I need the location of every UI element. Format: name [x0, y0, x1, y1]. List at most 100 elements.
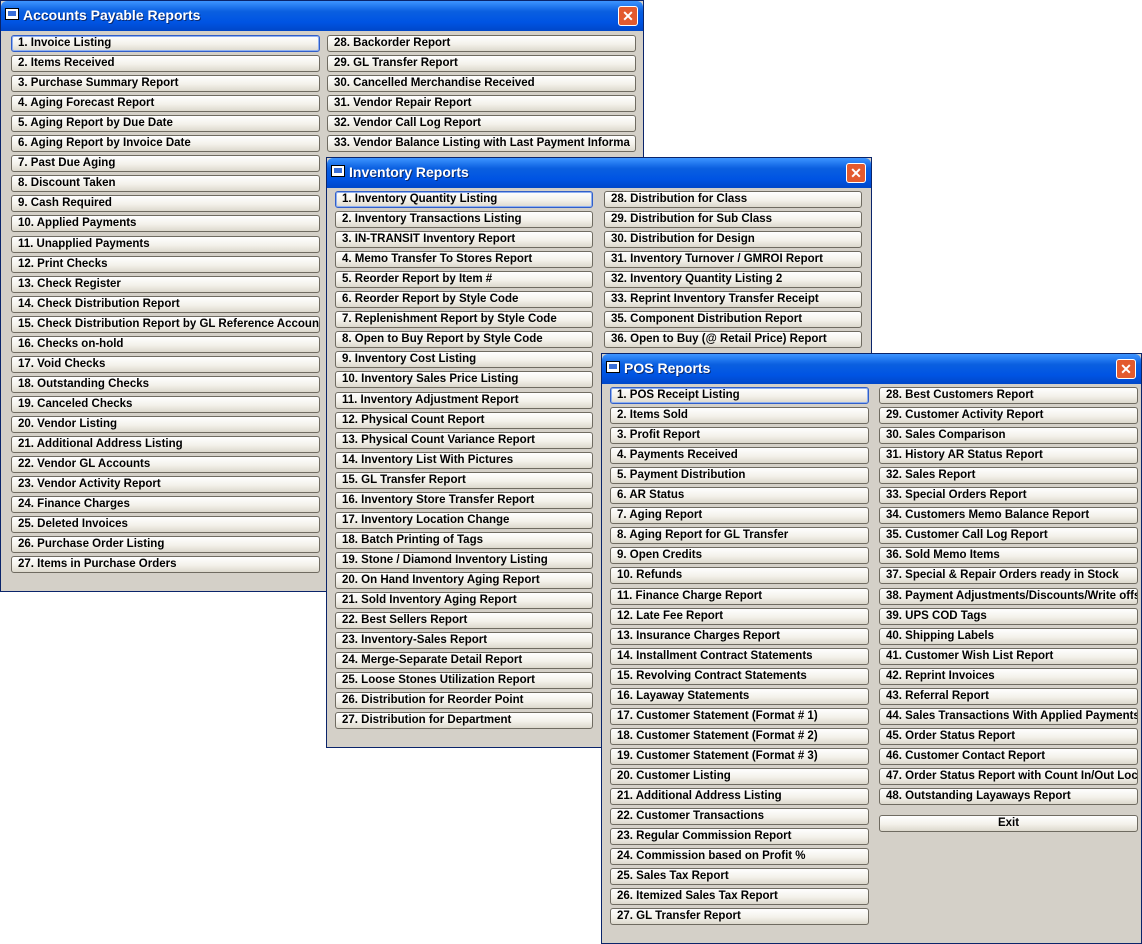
report-button-28-distribution-for-class[interactable]: 28. Distribution for Class: [604, 191, 862, 208]
report-button-21-sold-inventory-aging-report[interactable]: 21. Sold Inventory Aging Report: [335, 592, 593, 609]
report-button-2-inventory-transactions-listing[interactable]: 2. Inventory Transactions Listing: [335, 211, 593, 228]
report-button-25-sales-tax-report[interactable]: 25. Sales Tax Report: [610, 868, 869, 885]
close-icon[interactable]: ✕: [1116, 359, 1136, 379]
report-button-37-special-repair-orders-ready-in-stock[interactable]: 37. Special & Repair Orders ready in Sto…: [879, 567, 1138, 584]
report-button-20-customer-listing[interactable]: 20. Customer Listing: [610, 768, 869, 785]
report-button-46-customer-contact-report[interactable]: 46. Customer Contact Report: [879, 748, 1138, 765]
report-button-16-checks-on-hold[interactable]: 16. Checks on-hold: [11, 336, 320, 353]
report-button-5-aging-report-by-due-date[interactable]: 5. Aging Report by Due Date: [11, 115, 320, 132]
report-button-10-inventory-sales-price-listing[interactable]: 10. Inventory Sales Price Listing: [335, 371, 593, 388]
report-button-22-customer-transactions[interactable]: 22. Customer Transactions: [610, 808, 869, 825]
exit-button[interactable]: Exit: [879, 815, 1138, 832]
report-button-22-vendor-gl-accounts[interactable]: 22. Vendor GL Accounts: [11, 456, 320, 473]
report-button-19-canceled-checks[interactable]: 19. Canceled Checks: [11, 396, 320, 413]
report-button-21-additional-address-listing[interactable]: 21. Additional Address Listing: [610, 788, 869, 805]
report-button-47-order-status-report-with-count-in-out-loca[interactable]: 47. Order Status Report with Count In/Ou…: [879, 768, 1138, 785]
report-button-8-open-to-buy-report-by-style-code[interactable]: 8. Open to Buy Report by Style Code: [335, 331, 593, 348]
report-button-14-check-distribution-report[interactable]: 14. Check Distribution Report: [11, 296, 320, 313]
report-button-13-insurance-charges-report[interactable]: 13. Insurance Charges Report: [610, 628, 869, 645]
report-button-4-memo-transfer-to-stores-report[interactable]: 4. Memo Transfer To Stores Report: [335, 251, 593, 268]
report-button-30-sales-comparison[interactable]: 30. Sales Comparison: [879, 427, 1138, 444]
report-button-14-inventory-list-with-pictures[interactable]: 14. Inventory List With Pictures: [335, 452, 593, 469]
report-button-29-distribution-for-sub-class[interactable]: 29. Distribution for Sub Class: [604, 211, 862, 228]
report-button-33-reprint-inventory-transfer-receipt[interactable]: 33. Reprint Inventory Transfer Receipt: [604, 291, 862, 308]
report-button-36-sold-memo-items[interactable]: 36. Sold Memo Items: [879, 547, 1138, 564]
report-button-11-inventory-adjustment-report[interactable]: 11. Inventory Adjustment Report: [335, 392, 593, 409]
report-button-40-shipping-labels[interactable]: 40. Shipping Labels: [879, 628, 1138, 645]
report-button-26-distribution-for-reorder-point[interactable]: 26. Distribution for Reorder Point: [335, 692, 593, 709]
report-button-39-ups-cod-tags[interactable]: 39. UPS COD Tags: [879, 608, 1138, 625]
report-button-33-vendor-balance-listing-with-last-payment-informa[interactable]: 33. Vendor Balance Listing with Last Pay…: [327, 135, 636, 152]
report-button-9-cash-required[interactable]: 9. Cash Required: [11, 195, 320, 212]
accounts-payable-titlebar[interactable]: Accounts Payable Reports ✕: [1, 1, 643, 31]
report-button-23-vendor-activity-report[interactable]: 23. Vendor Activity Report: [11, 476, 320, 493]
report-button-11-unapplied-payments[interactable]: 11. Unapplied Payments: [11, 236, 320, 253]
report-button-38-payment-adjustments-discounts-write-offs[interactable]: 38. Payment Adjustments/Discounts/Write …: [879, 588, 1138, 605]
report-button-29-customer-activity-report[interactable]: 29. Customer Activity Report: [879, 407, 1138, 424]
report-button-27-gl-transfer-report[interactable]: 27. GL Transfer Report: [610, 908, 869, 925]
report-button-17-customer-statement-format-1[interactable]: 17. Customer Statement (Format # 1): [610, 708, 869, 725]
report-button-42-reprint-invoices[interactable]: 42. Reprint Invoices: [879, 668, 1138, 685]
report-button-33-special-orders-report[interactable]: 33. Special Orders Report: [879, 487, 1138, 504]
report-button-12-print-checks[interactable]: 12. Print Checks: [11, 256, 320, 273]
report-button-25-deleted-invoices[interactable]: 25. Deleted Invoices: [11, 516, 320, 533]
report-button-30-distribution-for-design[interactable]: 30. Distribution for Design: [604, 231, 862, 248]
report-button-1-pos-receipt-listing[interactable]: 1. POS Receipt Listing: [610, 387, 869, 404]
report-button-22-best-sellers-report[interactable]: 22. Best Sellers Report: [335, 612, 593, 629]
report-button-28-backorder-report[interactable]: 28. Backorder Report: [327, 35, 636, 52]
report-button-7-past-due-aging[interactable]: 7. Past Due Aging: [11, 155, 320, 172]
report-button-19-customer-statement-format-3[interactable]: 19. Customer Statement (Format # 3): [610, 748, 869, 765]
report-button-31-history-ar-status-report[interactable]: 31. History AR Status Report: [879, 447, 1138, 464]
report-button-5-payment-distribution[interactable]: 5. Payment Distribution: [610, 467, 869, 484]
report-button-10-applied-payments[interactable]: 10. Applied Payments: [11, 215, 320, 232]
report-button-7-replenishment-report-by-style-code[interactable]: 7. Replenishment Report by Style Code: [335, 311, 593, 328]
report-button-23-regular-commission-report[interactable]: 23. Regular Commission Report: [610, 828, 869, 845]
pos-reports-titlebar[interactable]: POS Reports ✕: [602, 354, 1141, 384]
report-button-11-finance-charge-report[interactable]: 11. Finance Charge Report: [610, 588, 869, 605]
report-button-3-in-transit-inventory-report[interactable]: 3. IN-TRANSIT Inventory Report: [335, 231, 593, 248]
report-button-31-vendor-repair-report[interactable]: 31. Vendor Repair Report: [327, 95, 636, 112]
report-button-4-payments-received[interactable]: 4. Payments Received: [610, 447, 869, 464]
report-button-9-inventory-cost-listing[interactable]: 9. Inventory Cost Listing: [335, 351, 593, 368]
report-button-18-customer-statement-format-2[interactable]: 18. Customer Statement (Format # 2): [610, 728, 869, 745]
report-button-21-additional-address-listing[interactable]: 21. Additional Address Listing: [11, 436, 320, 453]
report-button-34-customers-memo-balance-report[interactable]: 34. Customers Memo Balance Report: [879, 507, 1138, 524]
report-button-2-items-sold[interactable]: 2. Items Sold: [610, 407, 869, 424]
report-button-24-merge-separate-detail-report[interactable]: 24. Merge-Separate Detail Report: [335, 652, 593, 669]
report-button-5-reorder-report-by-item[interactable]: 5. Reorder Report by Item #: [335, 271, 593, 288]
report-button-1-inventory-quantity-listing[interactable]: 1. Inventory Quantity Listing: [335, 191, 593, 208]
report-button-24-commission-based-on-profit[interactable]: 24. Commission based on Profit %: [610, 848, 869, 865]
report-button-20-on-hand-inventory-aging-report[interactable]: 20. On Hand Inventory Aging Report: [335, 572, 593, 589]
report-button-2-items-received[interactable]: 2. Items Received: [11, 55, 320, 72]
report-button-8-discount-taken[interactable]: 8. Discount Taken: [11, 175, 320, 192]
report-button-25-loose-stones-utilization-report[interactable]: 25. Loose Stones Utilization Report: [335, 672, 593, 689]
report-button-13-physical-count-variance-report[interactable]: 13. Physical Count Variance Report: [335, 432, 593, 449]
report-button-16-inventory-store-transfer-report[interactable]: 16. Inventory Store Transfer Report: [335, 492, 593, 509]
report-button-15-gl-transfer-report[interactable]: 15. GL Transfer Report: [335, 472, 593, 489]
report-button-32-vendor-call-log-report[interactable]: 32. Vendor Call Log Report: [327, 115, 636, 132]
report-button-27-distribution-for-department[interactable]: 27. Distribution for Department: [335, 712, 593, 729]
report-button-17-inventory-location-change[interactable]: 17. Inventory Location Change: [335, 512, 593, 529]
report-button-27-items-in-purchase-orders[interactable]: 27. Items in Purchase Orders: [11, 556, 320, 573]
report-button-1-invoice-listing[interactable]: 1. Invoice Listing: [11, 35, 320, 52]
report-button-26-purchase-order-listing[interactable]: 26. Purchase Order Listing: [11, 536, 320, 553]
close-icon[interactable]: ✕: [618, 6, 638, 26]
report-button-44-sales-transactions-with-applied-payments[interactable]: 44. Sales Transactions With Applied Paym…: [879, 708, 1138, 725]
report-button-12-physical-count-report[interactable]: 12. Physical Count Report: [335, 412, 593, 429]
report-button-15-check-distribution-report-by-gl-reference-account[interactable]: 15. Check Distribution Report by GL Refe…: [11, 316, 320, 333]
report-button-28-best-customers-report[interactable]: 28. Best Customers Report: [879, 387, 1138, 404]
report-button-31-inventory-turnover-gmroi-report[interactable]: 31. Inventory Turnover / GMROI Report: [604, 251, 862, 268]
report-button-26-itemized-sales-tax-report[interactable]: 26. Itemized Sales Tax Report: [610, 888, 869, 905]
report-button-6-ar-status[interactable]: 6. AR Status: [610, 487, 869, 504]
report-button-32-inventory-quantity-listing-2[interactable]: 32. Inventory Quantity Listing 2: [604, 271, 862, 288]
report-button-35-component-distribution-report[interactable]: 35. Component Distribution Report: [604, 311, 862, 328]
report-button-8-aging-report-for-gl-transfer[interactable]: 8. Aging Report for GL Transfer: [610, 527, 869, 544]
report-button-10-refunds[interactable]: 10. Refunds: [610, 567, 869, 584]
report-button-32-sales-report[interactable]: 32. Sales Report: [879, 467, 1138, 484]
report-button-3-profit-report[interactable]: 3. Profit Report: [610, 427, 869, 444]
report-button-35-customer-call-log-report[interactable]: 35. Customer Call Log Report: [879, 527, 1138, 544]
report-button-36-open-to-buy-retail-price-report[interactable]: 36. Open to Buy (@ Retail Price) Report: [604, 331, 862, 348]
report-button-18-batch-printing-of-tags[interactable]: 18. Batch Printing of Tags: [335, 532, 593, 549]
close-icon[interactable]: ✕: [846, 163, 866, 183]
report-button-17-void-checks[interactable]: 17. Void Checks: [11, 356, 320, 373]
